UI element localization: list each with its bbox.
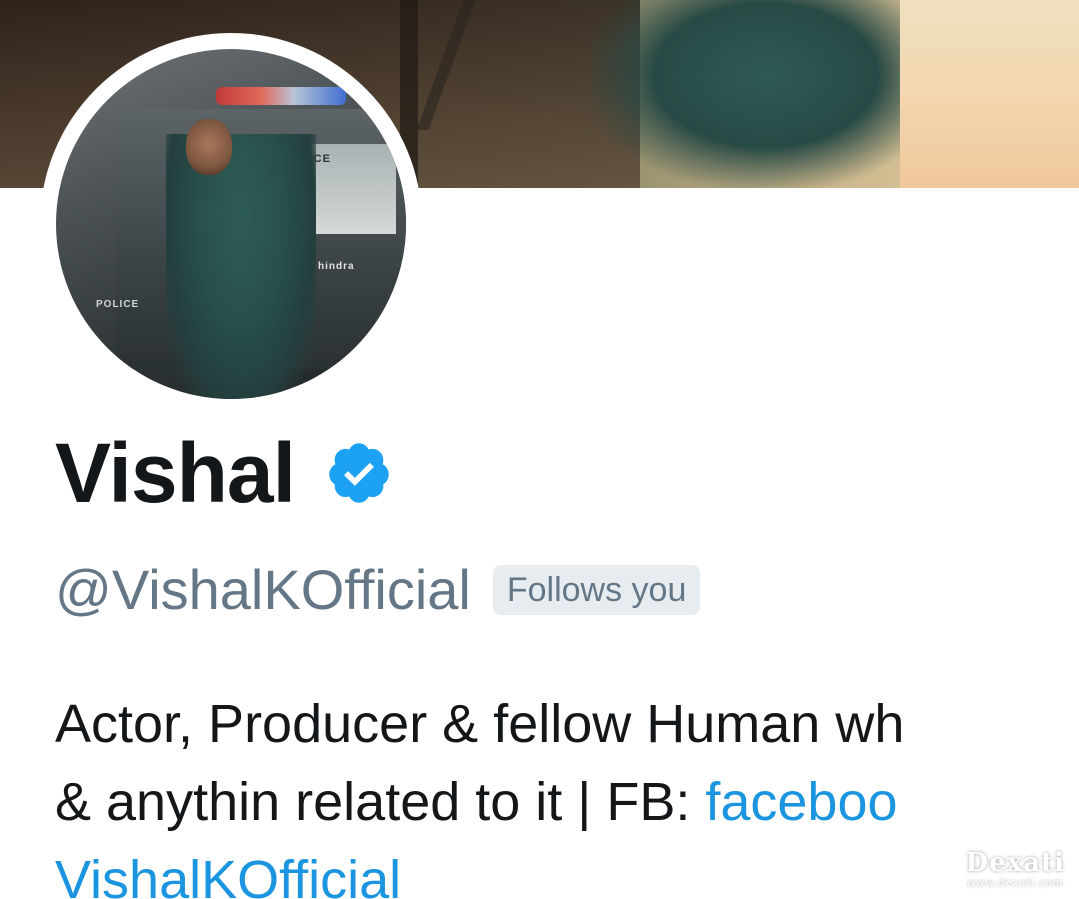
avatar[interactable]: POLICE hindra POLICE [40,33,422,415]
handle: @VishalKOfficial [55,558,471,621]
bio-text: & anythin related to it | FB: [55,772,706,832]
profile-page: POLICE hindra POLICE Vishal @VishalKOffi… [0,0,1079,899]
follows-you-badge: Follows you [492,565,701,615]
avatar-person [166,134,316,399]
avatar-photo: POLICE hindra POLICE [56,49,406,399]
bio-facebook-link[interactable]: faceboo [705,772,897,832]
avatar-person-head [186,119,232,175]
avatar-police-side-label: POLICE [96,299,140,310]
name-row: Vishal [55,423,393,523]
avatar-brand-label: hindra [318,261,355,272]
bio-line: & anythin related to it | FB: faceboo [55,763,1079,841]
banner-sky [900,0,1079,188]
banner-figure [590,0,910,188]
handle-row: @VishalKOfficial Follows you [55,555,701,625]
watermark: Dexati www.dexati.com [966,848,1065,889]
bio-facebook-link-continued[interactable]: VishalKOfficial [55,841,1079,899]
bio: Actor, Producer & fellow Human wh & anyt… [55,685,1079,899]
avatar-siren [216,87,346,105]
watermark-logo: Dexati [965,848,1065,878]
watermark-url: www.dexati.com [967,878,1064,889]
bio-line: Actor, Producer & fellow Human wh [55,694,905,754]
verified-badge-icon [325,439,393,507]
display-name: Vishal [55,426,296,520]
